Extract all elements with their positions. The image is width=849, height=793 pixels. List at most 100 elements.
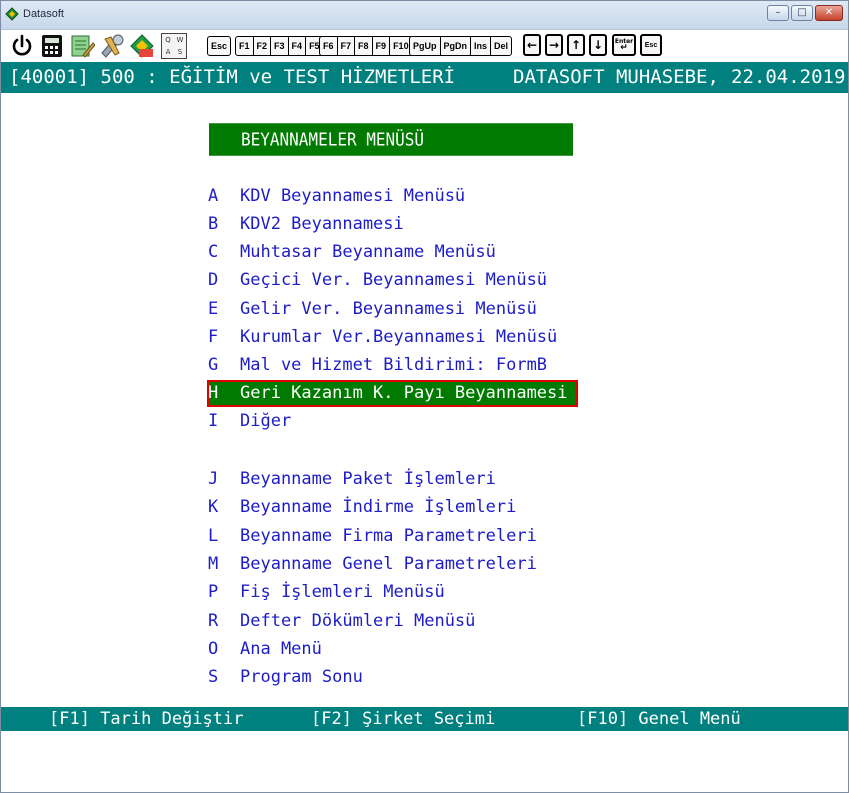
- keyboard-key-w: W: [176, 36, 184, 44]
- menu-item-label: KDV2 Beyannamesi: [240, 214, 404, 234]
- menu-item-key: B: [208, 214, 219, 234]
- menu-item-label: Beyanname Paket İşlemleri: [240, 469, 496, 489]
- left-arrow-key[interactable]: ←: [523, 34, 541, 56]
- menu-item-key: H: [208, 383, 219, 403]
- menu-item-g[interactable]: G Mal ve Hizmet Bildirimi: FormB: [201, 351, 591, 379]
- menu-item-label: Kurumlar Ver.Beyannamesi Menüsü: [240, 327, 558, 347]
- menu-item-key: J: [208, 469, 219, 489]
- keyboard-layout-icon[interactable]: Q W A S: [161, 33, 187, 59]
- menu-item-key: C: [208, 242, 219, 262]
- close-button[interactable]: ✕: [815, 5, 843, 21]
- menu-item-l[interactable]: L Beyanname Firma Parametreleri: [201, 522, 591, 550]
- f8-key[interactable]: F8: [355, 37, 373, 55]
- keyboard-key-s: S: [177, 48, 183, 56]
- navigation-keys: PgUp PgDn Ins Del: [409, 36, 513, 56]
- menu-item-label: Gelir Ver. Beyannamesi Menüsü: [240, 299, 537, 319]
- menu-item-j[interactable]: J Beyanname Paket İşlemleri: [201, 465, 591, 493]
- system-date: 22.04.2019: [731, 66, 846, 88]
- footer-f2-select-company[interactable]: [F2] Şirket Seçimi: [311, 707, 495, 731]
- menu-item-key: L: [208, 526, 219, 546]
- company-info: [40001] 500 : EĞİTİM ve TEST HİZMETLERİ: [9, 66, 456, 88]
- application-window: Datasoft – □ ✕ Q W A S Esc F1 F2 F3 F4 F…: [0, 0, 849, 793]
- enter-key[interactable]: Enter ↵: [612, 34, 636, 56]
- menu-item-m[interactable]: M Beyanname Genel Parametreleri: [201, 550, 591, 578]
- maximize-button[interactable]: □: [791, 5, 813, 21]
- footer-f10-general-menu[interactable]: [F10] Genel Menü: [577, 707, 741, 731]
- menu-item-key: E: [208, 299, 219, 319]
- menu-item-key: R: [208, 611, 219, 631]
- menu-item-label: Program Sonu: [240, 667, 363, 687]
- menu-item-key: A: [208, 186, 219, 206]
- menu-item-s[interactable]: S Program Sonu: [201, 663, 591, 691]
- menu-item-label: Geri Kazanım K. Payı Beyannamesi: [240, 383, 568, 403]
- window-title: Datasoft: [23, 8, 64, 20]
- esc-key[interactable]: Esc: [208, 37, 230, 55]
- power-icon[interactable]: [9, 33, 35, 59]
- keyboard-key-q: Q: [165, 36, 171, 44]
- menu-item-label: Beyanname Firma Parametreleri: [240, 526, 537, 546]
- menu-item-key: I: [208, 411, 219, 431]
- menu-item-d[interactable]: D Geçici Ver. Beyannamesi Menüsü: [201, 266, 591, 294]
- function-keys-f1-f5: F1 F2 F3 F4 F5: [235, 36, 324, 56]
- menu-item-i[interactable]: I Diğer: [201, 407, 591, 435]
- menu-item-a[interactable]: A KDV Beyannamesi Menüsü: [201, 182, 591, 210]
- function-keys-f6-f10: F6 F7 F8 F9 F10: [319, 36, 413, 56]
- menu-item-label: Diğer: [240, 411, 292, 431]
- f4-key[interactable]: F4: [289, 37, 307, 55]
- menu-item-p[interactable]: P Fiş İşlemleri Menüsü: [201, 578, 591, 606]
- menu-item-k[interactable]: K Beyanname İndirme İşlemleri: [201, 493, 591, 521]
- menu-item-key: K: [208, 497, 219, 517]
- menu-item-key: O: [208, 639, 219, 659]
- menu-item-label: Beyanname Genel Parametreleri: [240, 554, 537, 574]
- menu-item-label: KDV Beyannamesi Menüsü: [240, 186, 466, 206]
- esc-button-key[interactable]: Esc: [640, 34, 662, 56]
- f1-key[interactable]: F1: [236, 37, 254, 55]
- title-bar: Datasoft – □ ✕: [1, 1, 848, 30]
- toolbar: Q W A S Esc F1 F2 F3 F4 F5 F6 F7 F8 F9 F…: [1, 30, 848, 62]
- menu-item-key: P: [208, 582, 219, 602]
- f7-key[interactable]: F7: [338, 37, 356, 55]
- menu-item-key: S: [208, 667, 219, 687]
- menu-item-label: Fiş İşlemleri Menüsü: [240, 582, 445, 602]
- menu-item-o[interactable]: O Ana Menü: [201, 635, 591, 663]
- menu-item-h-selected[interactable]: H Geri Kazanım K. Payı Beyannamesi: [201, 379, 591, 408]
- status-header-bar: [40001] 500 : EĞİTİM ve TEST HİZMETLERİ …: [1, 62, 848, 93]
- menu-item-f[interactable]: F Kurumlar Ver.Beyannamesi Menüsü: [201, 323, 591, 351]
- menu-item-label: Ana Menü: [240, 639, 322, 659]
- datasoft-logo-icon: [5, 7, 19, 21]
- calculator-icon[interactable]: [39, 33, 65, 59]
- menu-item-label: Muhtasar Beyanname Menüsü: [240, 242, 496, 262]
- menu-item-key: F: [208, 327, 219, 347]
- menu-item-c[interactable]: C Muhtasar Beyanname Menüsü: [201, 238, 591, 266]
- pgdn-key[interactable]: PgDn: [441, 37, 471, 55]
- function-key-footer: [F1] Tarih Değiştir [F2] Şirket Seçimi […: [1, 707, 848, 731]
- footer-f1-change-date[interactable]: [F1] Tarih Değiştir: [49, 707, 243, 731]
- keyboard-key-a: A: [165, 48, 171, 56]
- menu-item-key: M: [208, 554, 219, 574]
- enter-arrow-icon: ↵: [620, 43, 628, 53]
- f6-key[interactable]: F6: [320, 37, 338, 55]
- up-arrow-key[interactable]: ↑: [567, 34, 585, 56]
- minimize-button[interactable]: –: [767, 5, 789, 21]
- menu-item-label: Mal ve Hizmet Bildirimi: FormB: [240, 355, 548, 375]
- menu-item-key: G: [208, 355, 219, 375]
- del-key[interactable]: Del: [491, 37, 511, 55]
- menu-item-r[interactable]: R Defter Dökümleri Menüsü: [201, 607, 591, 635]
- tools-icon[interactable]: [99, 33, 125, 59]
- menu-item-label: Geçici Ver. Beyannamesi Menüsü: [240, 270, 548, 290]
- menu-item-b[interactable]: B KDV2 Beyannamesi: [201, 210, 591, 238]
- menu-item-e[interactable]: E Gelir Ver. Beyannamesi Menüsü: [201, 295, 591, 323]
- menu-item-key: D: [208, 270, 219, 290]
- menu-item-label: Defter Dökümleri Menüsü: [240, 611, 476, 631]
- pgup-key[interactable]: PgUp: [410, 37, 441, 55]
- user-settings-icon[interactable]: [129, 33, 155, 59]
- f9-key[interactable]: F9: [373, 37, 391, 55]
- f2-key[interactable]: F2: [254, 37, 272, 55]
- f3-key[interactable]: F3: [271, 37, 289, 55]
- product-name: DATASOFT MUHASEBE,: [513, 66, 719, 88]
- notepad-icon[interactable]: [69, 33, 95, 59]
- down-arrow-key[interactable]: ↓: [589, 34, 607, 56]
- ins-key[interactable]: Ins: [471, 37, 492, 55]
- esc-key-group: Esc: [207, 36, 232, 56]
- right-arrow-key[interactable]: →: [545, 34, 563, 56]
